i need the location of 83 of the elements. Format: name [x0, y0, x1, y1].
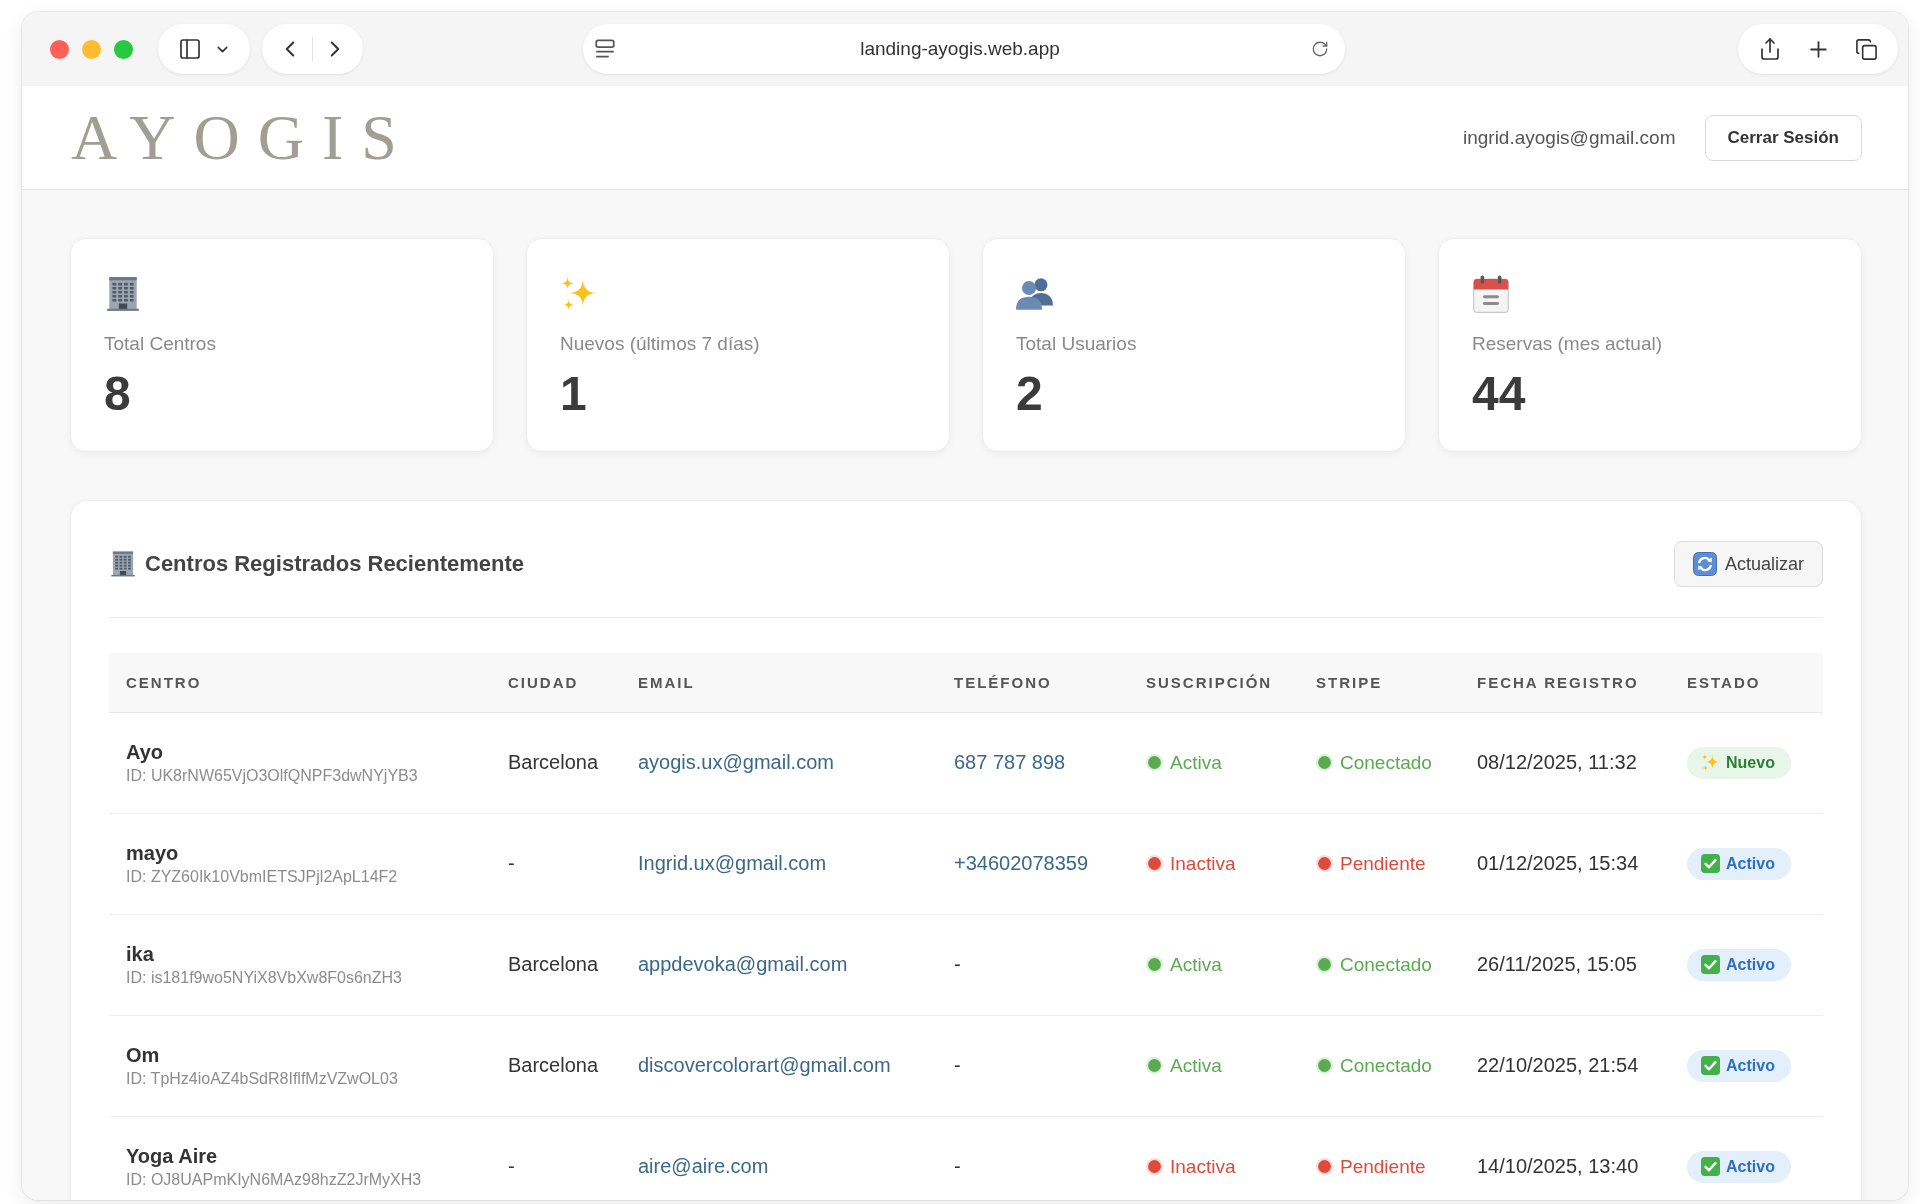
registration-date: 08/12/2025, 11:32 — [1477, 751, 1637, 773]
phone-link[interactable]: +34602078359 — [954, 852, 1089, 874]
building-icon — [104, 275, 142, 313]
email-link[interactable]: discovercolorart@gmail.com — [638, 1054, 891, 1076]
city-text: Barcelona — [508, 1054, 599, 1076]
status-text: Nuevo — [1726, 753, 1775, 772]
city-text: Barcelona — [508, 953, 599, 975]
sidebar-button[interactable] — [158, 24, 250, 74]
reload-icon — [1311, 40, 1329, 58]
registration-date: 22/10/2025, 21:54 — [1477, 1054, 1639, 1076]
stat-label: Total Usuarios — [1016, 333, 1137, 355]
page-icon — [595, 39, 615, 59]
email-link[interactable]: appdevoka@gmail.com — [638, 953, 848, 975]
status-text: Activo — [1726, 955, 1775, 974]
check-icon — [1701, 1157, 1720, 1176]
city-text: - — [508, 1155, 515, 1177]
column-header: EMAIL — [621, 653, 937, 712]
stat-value: 1 — [560, 367, 587, 421]
stat-label: Total Centros — [104, 333, 216, 355]
logout-button[interactable]: Cerrar Sesión — [1704, 114, 1862, 161]
stripe-status: Conectado — [1340, 953, 1432, 976]
check-icon — [1701, 854, 1720, 873]
registration-date: 26/11/2025, 15:05 — [1477, 953, 1637, 975]
city-text: Barcelona — [508, 751, 599, 773]
status-text: Activo — [1726, 1056, 1775, 1075]
check-icon — [1701, 955, 1720, 974]
refresh-icon — [1692, 552, 1717, 576]
people-icon — [1016, 275, 1054, 313]
share-icon — [1758, 37, 1782, 61]
center-name: Ayo — [126, 739, 164, 764]
center-id: ID: UK8rNW65VjO3OlfQNPF3dwNYjYB3 — [126, 765, 418, 786]
city-text: - — [508, 852, 515, 874]
refresh-button[interactable]: Actualizar — [1673, 541, 1823, 587]
center-name: ika — [126, 941, 154, 966]
building-icon — [109, 550, 137, 578]
subscription-status: Activa — [1170, 953, 1222, 976]
column-header: SUSCRIPCIÓN — [1129, 653, 1299, 712]
panel-title: Centros Registrados Recientemente — [145, 551, 524, 577]
stat-value: 2 — [1016, 367, 1043, 421]
registration-date: 14/10/2025, 13:40 — [1477, 1155, 1639, 1177]
subscription-status: Activa — [1170, 751, 1222, 774]
phone-text: - — [954, 1155, 961, 1177]
stat-label: Reservas (mes actual) — [1472, 333, 1663, 355]
stat-value: 8 — [104, 367, 131, 421]
overlapping-squares-icon — [1854, 37, 1878, 61]
window-close-icon[interactable] — [50, 39, 69, 59]
email-link[interactable]: Ingrid.ux@gmail.com — [638, 852, 827, 874]
phone-text: - — [954, 953, 961, 975]
column-header: STRIPE — [1299, 653, 1460, 712]
stripe-status: Pendiente — [1340, 1155, 1426, 1178]
stripe-status: Conectado — [1340, 751, 1432, 774]
subscription-status: Inactiva — [1170, 1155, 1236, 1178]
user-email: ingrid.ayogis@gmail.com — [1462, 126, 1676, 149]
address-bar[interactable]: landing-ayogis.web.app — [583, 24, 1345, 74]
email-link[interactable]: aire@aire.com — [638, 1155, 769, 1177]
column-header: ESTADO — [1670, 653, 1823, 712]
stat-label: Nuevos (últimos 7 días) — [560, 333, 760, 355]
column-header: CENTRO — [109, 653, 491, 712]
phone-link[interactable]: 687 787 898 — [954, 751, 1066, 773]
center-name: Yoga Aire — [126, 1143, 218, 1168]
subscription-status: Inactiva — [1170, 852, 1236, 875]
status-text: Activo — [1726, 854, 1775, 873]
center-name: mayo — [126, 840, 179, 865]
center-id: ID: OJ8UAPmKIyN6MAz98hzZ2JrMyXH3 — [126, 1169, 422, 1190]
check-icon — [1701, 1056, 1720, 1075]
status-text: Activo — [1726, 1157, 1775, 1176]
center-id: ID: is181f9wo5NYiX8VbXw8F0s6nZH3 — [126, 967, 402, 988]
center-id: ID: ZYZ60Ik10VbmIETSJPjl2ApL14F2 — [126, 866, 398, 887]
column-header: FECHA REGISTRO — [1460, 653, 1670, 712]
panel-left-icon — [177, 37, 202, 61]
email-link[interactable]: ayogis.ux@gmail.com — [638, 751, 834, 773]
logo: AYOGIS — [71, 105, 415, 170]
column-header: CIUDAD — [491, 653, 621, 712]
registration-date: 01/12/2025, 15:34 — [1477, 852, 1639, 874]
center-id: ID: TpHz4ioAZ4bSdR8IflfMzVZwOL03 — [126, 1068, 398, 1089]
stripe-status: Conectado — [1340, 1054, 1432, 1077]
calendar-icon — [1472, 275, 1510, 313]
subscription-status: Activa — [1170, 1054, 1222, 1077]
phone-text: - — [954, 1054, 961, 1076]
column-header: TELÉFONO — [937, 653, 1129, 712]
stripe-status: Pendiente — [1340, 852, 1426, 875]
center-name: Om — [126, 1042, 160, 1067]
stat-value: 44 — [1472, 367, 1526, 421]
